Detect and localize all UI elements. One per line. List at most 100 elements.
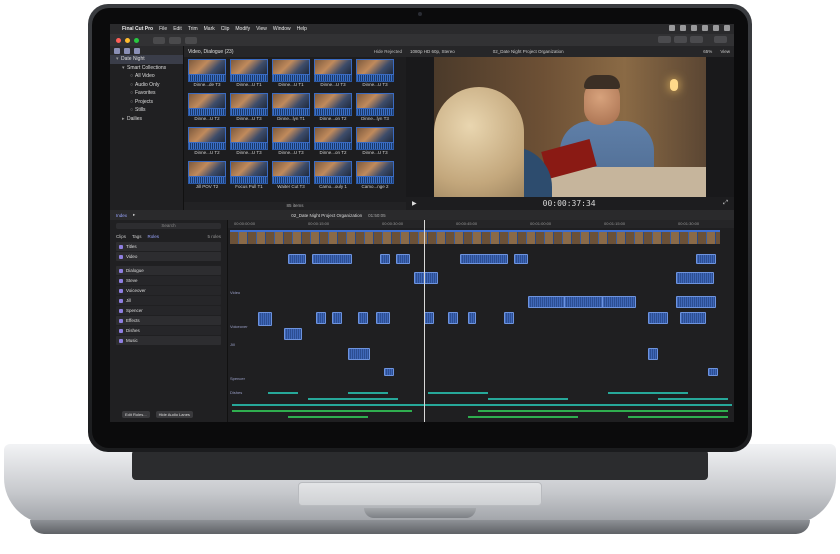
timeline-toggle-button[interactable] bbox=[674, 36, 687, 43]
role-item[interactable]: Music bbox=[116, 336, 221, 345]
timeline-clip[interactable] bbox=[316, 312, 326, 324]
role-checkbox[interactable] bbox=[119, 338, 123, 343]
menu-app-name[interactable]: Final Cut Pro bbox=[122, 26, 153, 32]
menu-trim[interactable]: Trim bbox=[188, 26, 198, 32]
keywords-button[interactable] bbox=[169, 36, 181, 44]
role-checkbox[interactable] bbox=[119, 328, 123, 333]
role-checkbox[interactable] bbox=[119, 278, 123, 283]
timeline-clip[interactable] bbox=[696, 254, 716, 264]
timeline-clip[interactable] bbox=[312, 254, 352, 264]
music-track-bar[interactable] bbox=[288, 416, 368, 418]
tab-clips[interactable]: Clips bbox=[116, 234, 126, 239]
battery-icon[interactable] bbox=[702, 25, 708, 31]
status-icon[interactable] bbox=[669, 25, 675, 31]
play-icon[interactable]: ▶ bbox=[412, 200, 417, 207]
role-item[interactable]: Steve bbox=[116, 276, 221, 285]
role-checkbox[interactable] bbox=[119, 318, 123, 323]
audio-track-bar[interactable] bbox=[232, 404, 732, 406]
menu-modify[interactable]: Modify bbox=[235, 26, 250, 32]
browser-clip[interactable]: Dinne...lyn T3 bbox=[356, 93, 394, 124]
music-track-bar[interactable] bbox=[628, 416, 728, 418]
timeline-clip[interactable] bbox=[348, 348, 370, 360]
timeline-clip[interactable] bbox=[258, 312, 272, 326]
library-item[interactable]: ▾ Smart Collections bbox=[110, 64, 183, 73]
library-item[interactable]: ○ Stills bbox=[110, 106, 183, 115]
browser-clip[interactable]: Dinne...de T3 bbox=[188, 59, 226, 90]
audio-track-bar[interactable] bbox=[658, 398, 728, 400]
role-checkbox[interactable] bbox=[119, 268, 123, 273]
timeline-clip[interactable] bbox=[384, 368, 394, 376]
menu-help[interactable]: Help bbox=[297, 26, 307, 32]
libraries-icon[interactable] bbox=[114, 48, 120, 54]
audio-track-bar[interactable] bbox=[308, 398, 398, 400]
music-track-bar[interactable] bbox=[478, 410, 728, 412]
timeline-clip[interactable] bbox=[460, 254, 508, 264]
index-button[interactable]: Index bbox=[116, 213, 127, 218]
titles-generators-icon[interactable] bbox=[134, 48, 140, 54]
index-search-field[interactable]: Search bbox=[116, 223, 221, 229]
timeline-clip[interactable] bbox=[396, 254, 410, 264]
import-button[interactable] bbox=[153, 36, 165, 44]
timeline-clip[interactable] bbox=[648, 312, 668, 324]
edit-roles-button[interactable]: Edit Roles... bbox=[122, 411, 150, 418]
music-track-bar[interactable] bbox=[468, 416, 578, 418]
timeline-clip[interactable] bbox=[332, 312, 342, 324]
browser-clip[interactable]: Dinne...U T1 bbox=[230, 59, 268, 90]
library-item[interactable]: ▸ Dailies bbox=[110, 115, 183, 124]
close-window-button[interactable] bbox=[116, 37, 121, 43]
menu-list-icon[interactable] bbox=[724, 25, 730, 31]
zoom-window-button[interactable] bbox=[134, 37, 139, 43]
menu-view[interactable]: View bbox=[256, 26, 267, 32]
menu-window[interactable]: Window bbox=[273, 26, 291, 32]
browser-clip[interactable]: Dinne...U T3 bbox=[230, 93, 268, 124]
timeline-clip[interactable] bbox=[468, 312, 476, 324]
browser-clip[interactable]: Dinne...on T2 bbox=[314, 127, 352, 158]
browser-clip[interactable]: Dinne...on T2 bbox=[314, 93, 352, 124]
browser-clip[interactable]: Focus Pull T1 bbox=[230, 161, 268, 192]
browser-clip[interactable]: Dinne...U T2 bbox=[188, 127, 226, 158]
browser-title[interactable]: Video, Dialogue (23) bbox=[188, 49, 234, 55]
timeline-clip[interactable] bbox=[448, 312, 458, 324]
music-track-bar[interactable] bbox=[232, 410, 412, 412]
role-checkbox[interactable] bbox=[119, 308, 123, 313]
audio-track-bar[interactable] bbox=[608, 392, 688, 394]
viewer-view-menu[interactable]: View bbox=[720, 49, 730, 54]
wifi-icon[interactable] bbox=[691, 25, 697, 31]
role-checkbox[interactable] bbox=[119, 288, 123, 293]
timeline-clip[interactable] bbox=[602, 296, 636, 308]
browser-clip[interactable]: Waiter Cut T3 bbox=[272, 161, 310, 192]
browser-clip[interactable]: Dinne...U T3 bbox=[230, 127, 268, 158]
audio-track-bar[interactable] bbox=[348, 392, 388, 394]
browser-clip[interactable]: Dinne...U T3 bbox=[356, 59, 394, 90]
audio-track-bar[interactable] bbox=[268, 392, 298, 394]
browser-clip[interactable]: Dinne...U T3 bbox=[356, 127, 394, 158]
playhead[interactable] bbox=[424, 220, 425, 422]
timeline-clip[interactable] bbox=[376, 312, 390, 324]
tool-select-icon[interactable]: ▸ bbox=[133, 212, 135, 218]
timeline[interactable]: 00:00:00:00 00:00:15:00 00:00:30:00 00:00:4… bbox=[228, 220, 734, 422]
photos-audio-icon[interactable] bbox=[124, 48, 130, 54]
status-icon[interactable] bbox=[680, 25, 686, 31]
menu-edit[interactable]: Edit bbox=[173, 26, 182, 32]
role-item[interactable]: Video bbox=[116, 252, 221, 261]
browser-clip[interactable]: Jill POV T2 bbox=[188, 161, 226, 192]
inspector-toggle-button[interactable] bbox=[690, 36, 703, 43]
role-checkbox[interactable] bbox=[119, 254, 123, 259]
timeline-clip[interactable] bbox=[288, 254, 306, 264]
timeline-clip[interactable] bbox=[564, 296, 604, 308]
timeline-clip[interactable] bbox=[380, 254, 390, 264]
timeline-clip[interactable] bbox=[648, 348, 658, 360]
menu-clip[interactable]: Clip bbox=[221, 26, 230, 32]
timeline-clip[interactable] bbox=[708, 368, 718, 376]
browser-clip[interactable]: Camo...nge 2 bbox=[356, 161, 394, 192]
menu-file[interactable]: File bbox=[159, 26, 167, 32]
search-icon[interactable] bbox=[713, 25, 719, 31]
timeline-clip[interactable] bbox=[358, 312, 368, 324]
browser-clip[interactable]: Dinne...U T3 bbox=[314, 59, 352, 90]
library-item[interactable]: ○ Audio Only bbox=[110, 81, 183, 90]
minimize-window-button[interactable] bbox=[125, 37, 130, 43]
timeline-clip[interactable] bbox=[504, 312, 514, 324]
role-item[interactable]: Spencer bbox=[116, 306, 221, 315]
timeline-clip[interactable] bbox=[680, 312, 706, 324]
background-tasks-button[interactable] bbox=[185, 36, 197, 44]
